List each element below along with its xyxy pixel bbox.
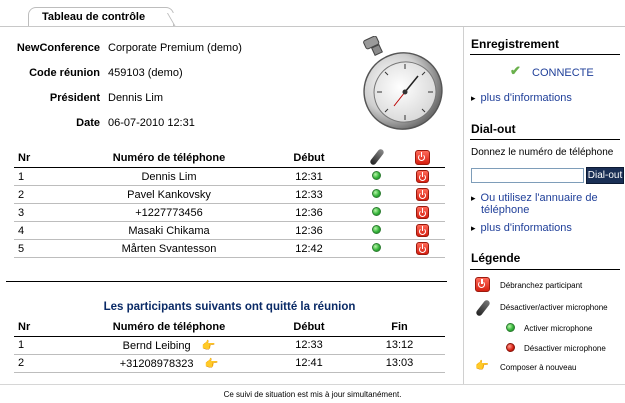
cell-start: 12:36: [264, 203, 354, 222]
directory-link[interactable]: Ou utilisez l'annuaire de téléphone: [471, 192, 621, 216]
power-icon: [414, 150, 430, 165]
cell-phone: Mårten Svantesson: [74, 239, 264, 258]
cell-start: 12:41: [264, 354, 354, 373]
mute-toggle-icon[interactable]: [372, 170, 381, 180]
info-value: Corporate Premium (demo): [108, 42, 242, 54]
cell-phone: Bernd Leibing: [122, 339, 191, 352]
table-row: 2 Pavel Kankovsky 12:33: [14, 185, 445, 204]
legend-title: Légende: [471, 251, 521, 265]
mute-toggle-icon[interactable]: [372, 206, 381, 216]
phone-number-input[interactable]: [471, 168, 584, 183]
cell-end: 13:03: [354, 354, 445, 373]
recording-status: CONNECTE: [532, 67, 594, 79]
power-icon: [475, 277, 490, 292]
cell-phone: +1227773456: [74, 203, 264, 222]
footer-divider: [0, 384, 625, 385]
column-header-phone: Numéro de téléphone: [74, 148, 264, 168]
recording-title: Enregistrement: [471, 37, 560, 51]
mute-toggle-icon[interactable]: [372, 242, 381, 252]
right-panel: Enregistrement ✔ CONNECTE plus d'informa…: [463, 27, 625, 384]
column-header-nr: Nr: [14, 148, 74, 168]
disconnect-button[interactable]: [415, 188, 429, 201]
dialout-divider: [470, 139, 620, 140]
legend-activate-mic: Activer microphone: [524, 324, 593, 333]
table-row: 4 Masaki Chikama 12:36: [14, 221, 445, 240]
section-divider: [6, 281, 447, 282]
left-participants-title: Les participants suivants ont quitté la …: [103, 301, 356, 313]
cell-start: 12:33: [264, 185, 354, 204]
cell-nr: 4: [14, 221, 74, 240]
disconnect-button[interactable]: [415, 242, 429, 255]
info-label: NewConference: [16, 42, 100, 54]
info-value: 459103 (demo): [108, 67, 183, 79]
cell-phone: +31208978323: [119, 357, 194, 370]
cell-phone: Pavel Kankovsky: [74, 185, 264, 204]
table-row: 2 +31208978323 👉 12:41 13:03: [14, 354, 445, 373]
legend-mic-toggle: Désactiver/activer microphone: [500, 303, 608, 312]
legend-divider: [470, 269, 620, 270]
dialout-title: Dial-out: [471, 122, 516, 136]
tab-dashboard[interactable]: Tableau de contrôle: [28, 7, 174, 27]
table-row: 5 Mårten Svantesson 12:42: [14, 239, 445, 258]
info-value: 06-07-2010 12:31: [108, 117, 195, 129]
cell-nr: 2: [14, 185, 74, 204]
redial-hand-icon[interactable]: 👉: [202, 340, 216, 352]
dialout-prompt: Donnez le numéro de téléphone: [471, 147, 614, 158]
mute-toggle-icon[interactable]: [372, 188, 381, 198]
dialout-more-link[interactable]: plus d'informations: [471, 222, 572, 234]
footer-note: Ce suivi de situation est mis à jour sim…: [223, 390, 402, 399]
table-row: 1 Dennis Lim 12:31: [14, 167, 445, 186]
disconnect-button[interactable]: [415, 206, 429, 219]
legend-disconnect: Débranchez participant: [500, 281, 583, 290]
cell-phone-cell: Bernd Leibing 👉: [74, 336, 264, 355]
cell-start: 12:33: [264, 336, 354, 355]
info-value: Dennis Lim: [108, 92, 164, 104]
column-header-nr: Nr: [14, 319, 74, 337]
mute-toggle-icon[interactable]: [372, 224, 381, 234]
microphone-icon: [475, 299, 491, 317]
dialout-button[interactable]: Dial-out: [586, 167, 624, 184]
recording-divider: [470, 54, 620, 55]
disconnect-button[interactable]: [415, 224, 429, 237]
cell-nr: 3: [14, 203, 74, 222]
cell-start: 12:42: [264, 239, 354, 258]
column-header-disconnect: [399, 148, 445, 168]
cell-start: 12:31: [264, 167, 354, 186]
info-label: Code réunion: [29, 67, 100, 79]
green-dot-icon: [506, 323, 515, 332]
microphone-icon: [368, 148, 385, 166]
column-header-end: Fin: [354, 319, 445, 337]
column-header-start: Début: [264, 148, 354, 168]
recording-more-link[interactable]: plus d'informations: [471, 92, 572, 104]
left-participants-table: Nr Numéro de téléphone Début Fin 1 Bernd…: [14, 319, 445, 373]
column-header-mic: [354, 148, 399, 168]
red-dot-icon: [506, 343, 515, 352]
redial-hand-icon[interactable]: 👉: [205, 358, 219, 370]
redial-hand-icon: 👉: [475, 360, 489, 372]
tab-bar: Tableau de contrôle: [0, 0, 625, 27]
column-header-start: Début: [264, 319, 354, 337]
info-label: Président: [49, 92, 100, 104]
cell-phone: Masaki Chikama: [74, 221, 264, 240]
stopwatch-icon: [363, 36, 443, 130]
legend-redial: Composer à nouveau: [500, 363, 577, 372]
cell-nr: 5: [14, 239, 74, 258]
cell-phone-cell: +31208978323 👉: [74, 354, 264, 373]
legend-deactivate-mic: Désactiver microphone: [524, 344, 606, 353]
column-header-phone: Numéro de téléphone: [74, 319, 264, 337]
cell-end: 13:12: [354, 336, 445, 355]
info-label: Date: [76, 117, 100, 129]
cell-nr: 1: [14, 336, 74, 355]
cell-nr: 1: [14, 167, 74, 186]
cell-phone: Dennis Lim: [74, 167, 264, 186]
disconnect-button[interactable]: [415, 170, 429, 183]
check-icon: ✔: [510, 63, 521, 78]
table-row: 1 Bernd Leibing 👉 12:33 13:12: [14, 336, 445, 355]
cell-nr: 2: [14, 354, 74, 373]
active-participants-table: Nr Numéro de téléphone Début 1 Dennis Li…: [14, 148, 445, 258]
cell-start: 12:36: [264, 221, 354, 240]
table-row: 3 +1227773456 12:36: [14, 203, 445, 222]
